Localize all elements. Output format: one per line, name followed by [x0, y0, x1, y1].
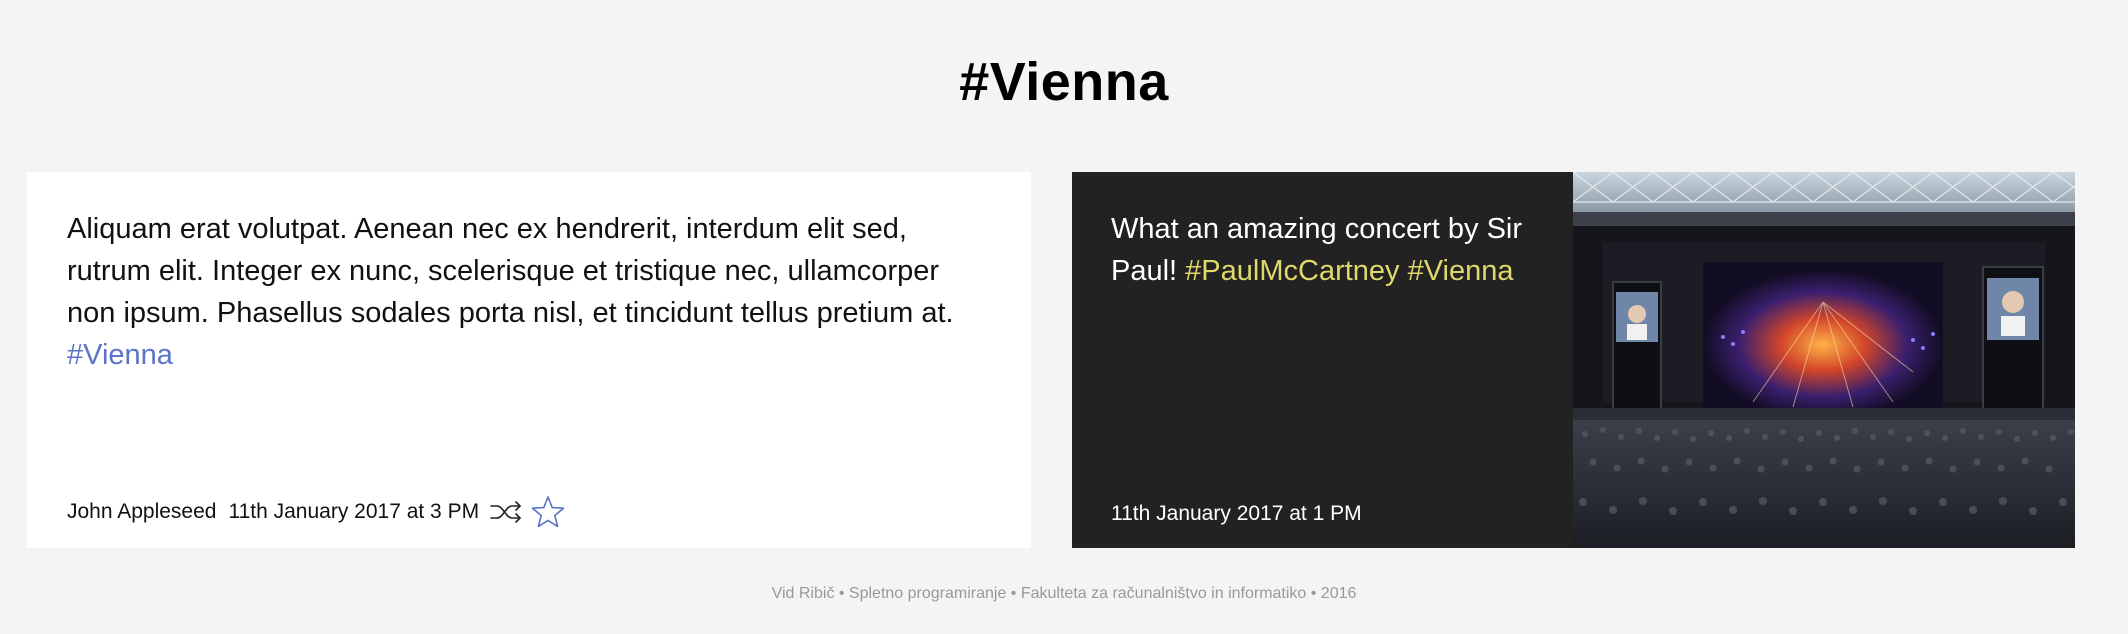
post-card-dark: What an amazing concert by Sir Paul! #Pa… — [1072, 172, 2075, 548]
page-title: #Vienna — [959, 52, 1169, 112]
post-author[interactable]: John Appleseed — [67, 500, 216, 524]
post-text-column: What an amazing concert by Sir Paul! #Pa… — [1072, 172, 1573, 548]
shuffle-icon[interactable] — [489, 498, 523, 526]
hashtag-link[interactable]: #Vienna — [1408, 255, 1514, 287]
hashtag-link[interactable]: #PaulMcCartney — [1185, 255, 1399, 287]
post-card: Aliquam erat volutpat. Aenean nec ex hen… — [27, 172, 1031, 548]
post-text: What an amazing concert by Sir Paul! #Pa… — [1111, 208, 1541, 292]
post-text: Aliquam erat volutpat. Aenean nec ex hen… — [67, 208, 987, 376]
star-icon[interactable] — [531, 495, 565, 529]
post-time: 11th January 2017 at 1 PM — [1111, 502, 1362, 525]
hashtag-link[interactable]: #Vienna — [67, 339, 173, 371]
post-time: 11th January 2017 at 3 PM — [228, 500, 480, 523]
post-body: Aliquam erat volutpat. Aenean nec ex hen… — [67, 213, 954, 329]
concert-photo[interactable] — [1573, 172, 2075, 548]
post-meta: John Appleseed 11th January 2017 at 3 PM — [67, 492, 573, 532]
footer-text: Vid Ribič • Spletno programiranje • Faku… — [771, 585, 1357, 602]
